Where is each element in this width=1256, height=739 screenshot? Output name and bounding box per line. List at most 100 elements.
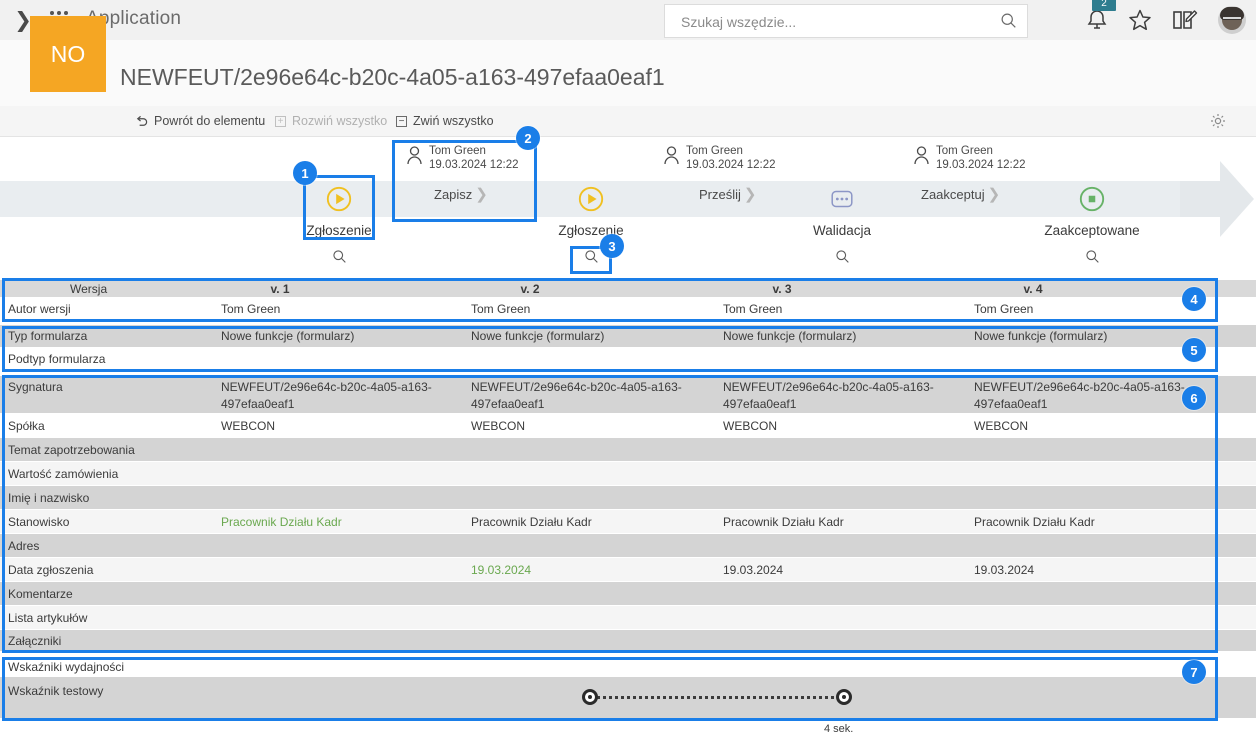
slider-handle-start[interactable] bbox=[582, 689, 598, 705]
workflow-timeline: Zgłoszenie Tom Green 19.03.2024 12:22 Za… bbox=[0, 137, 1256, 276]
callout-number-4: 4 bbox=[1182, 287, 1206, 311]
global-search-box[interactable] bbox=[664, 4, 1028, 39]
version-column-header: v. 4 bbox=[1023, 282, 1043, 296]
row-value: Nowe funkcje (formularz) bbox=[723, 329, 857, 343]
workflow-person-date: 19.03.2024 12:22 bbox=[429, 159, 519, 171]
row-label: Lista artykułów bbox=[8, 611, 88, 625]
right-arrow-shape bbox=[1180, 161, 1254, 237]
workflow-transition-zapisz[interactable]: Tom Green 19.03.2024 12:22 Zapisz ❯ bbox=[392, 137, 537, 276]
workflow-step-zaakceptowane[interactable]: Zaakceptowane bbox=[1044, 137, 1140, 276]
back-to-element-button[interactable]: Powrót do elementu bbox=[135, 111, 265, 131]
row-label: Wartość zamówienia bbox=[8, 467, 119, 481]
callout-number-1: 1 bbox=[293, 161, 317, 185]
row-label: Podtyp formularza bbox=[8, 352, 106, 366]
ellipsis-box-icon[interactable] bbox=[824, 181, 860, 217]
search-icon[interactable] bbox=[828, 245, 856, 267]
row-label: Spółka bbox=[8, 419, 45, 433]
row-label: Adres bbox=[8, 539, 40, 553]
row-value: 19.03.2024 bbox=[723, 563, 784, 577]
collapse-all-label: Zwiń wszystko bbox=[413, 114, 494, 128]
user-avatar[interactable] bbox=[1218, 6, 1246, 34]
table-row: Załączniki bbox=[0, 630, 1256, 652]
workflow-person: Tom Green 19.03.2024 12:22 bbox=[406, 144, 519, 172]
table-row-kpi: Wskaźnik testowy 4 sek. bbox=[0, 677, 1256, 735]
table-row: Adres bbox=[0, 534, 1256, 558]
row-value: WEBCON bbox=[221, 419, 275, 433]
plus-box-icon: + bbox=[275, 115, 286, 127]
row-value: Nowe funkcje (formularz) bbox=[974, 329, 1108, 343]
search-icon[interactable] bbox=[325, 245, 353, 267]
form-toolbar: Powrót do elementu + Rozwiń wszystko − Z… bbox=[0, 106, 1256, 137]
workflow-person: Tom Green 19.03.2024 12:22 bbox=[663, 144, 776, 172]
topbar-icon-group: 2 bbox=[1086, 0, 1246, 40]
row-value: WEBCON bbox=[974, 419, 1028, 433]
table-header-row: Wersja v. 1 v. 2 v. 3 v. 4 bbox=[0, 280, 1256, 298]
row-value: NEWFEUT/2e96e64c-b20c-4a05-a163- 497efaa… bbox=[221, 380, 432, 411]
person-icon bbox=[914, 146, 929, 165]
chevron-right-icon: ❯ bbox=[987, 186, 1001, 203]
version-column-header: v. 1 bbox=[270, 282, 290, 296]
table-row: Imię i nazwisko bbox=[0, 486, 1256, 510]
row-value: Pracownik Działu Kadr bbox=[471, 515, 592, 529]
row-label: Załączniki bbox=[8, 634, 62, 648]
version-column-header: v. 3 bbox=[772, 282, 792, 296]
workflow-step-label: Zgłoszenie bbox=[306, 223, 372, 238]
table-row: Autor wersji Tom Green Tom Green Tom Gre… bbox=[0, 298, 1256, 320]
callout-number-3: 3 bbox=[600, 234, 624, 258]
gear-icon[interactable] bbox=[1210, 113, 1226, 129]
row-label: Data zgłoszenia bbox=[8, 563, 94, 577]
row-label: Stanowisko bbox=[8, 515, 70, 529]
expand-all-button[interactable]: + Rozwiń wszystko bbox=[275, 111, 387, 131]
row-value: Tom Green bbox=[471, 302, 531, 316]
notification-bell-icon[interactable]: 2 bbox=[1086, 0, 1116, 32]
kpi-slider[interactable]: 4 sek. bbox=[582, 689, 858, 735]
row-value: Nowe funkcje (formularz) bbox=[221, 329, 355, 343]
version-comparison-table: Wersja v. 1 v. 2 v. 3 v. 4 Autor wersji … bbox=[0, 280, 1256, 735]
collapse-all-button[interactable]: − Zwiń wszystko bbox=[396, 111, 494, 131]
row-label: Wskaźnik testowy bbox=[8, 684, 104, 698]
workflow-person-text: Tom Green 19.03.2024 12:22 bbox=[686, 144, 776, 172]
workflow-step-label: Zaakceptowane bbox=[1044, 223, 1140, 238]
edit-note-icon[interactable] bbox=[1172, 8, 1198, 32]
row-value: Tom Green bbox=[974, 302, 1034, 316]
table-row: Wskaźniki wydajności bbox=[0, 657, 1256, 677]
workflow-action-button[interactable]: Zaakceptuj ❯ bbox=[921, 187, 1000, 202]
workflow-person: Tom Green 19.03.2024 12:22 bbox=[913, 144, 1026, 172]
workflow-person-name: Tom Green bbox=[686, 145, 743, 157]
workflow-person-date: 19.03.2024 12:22 bbox=[686, 159, 776, 171]
play-circle-icon[interactable] bbox=[321, 181, 357, 217]
row-label: Komentarze bbox=[8, 587, 73, 601]
slider-track bbox=[592, 696, 840, 699]
notification-count-badge: 2 bbox=[1092, 0, 1116, 11]
play-circle-icon[interactable] bbox=[573, 181, 609, 217]
workflow-person-name: Tom Green bbox=[936, 145, 993, 157]
top-navigation-bar: ❯ Application 2 bbox=[0, 0, 1256, 41]
workflow-action-button[interactable]: Zapisz ❯ bbox=[434, 187, 488, 202]
stop-circle-icon[interactable] bbox=[1074, 181, 1110, 217]
workflow-transition-zaakceptuj[interactable]: Tom Green 19.03.2024 12:22 Zaakceptuj ❯ bbox=[905, 137, 1065, 276]
workflow-transition-przeslij[interactable]: Tom Green 19.03.2024 12:22 Prześlij ❯ bbox=[655, 137, 805, 276]
workflow-person-text: Tom Green 19.03.2024 12:22 bbox=[936, 144, 1026, 172]
expand-all-label: Rozwiń wszystko bbox=[292, 114, 388, 128]
application-window: ❯ Application 2 bbox=[0, 0, 1256, 735]
back-to-element-label: Powrót do elementu bbox=[154, 114, 266, 128]
avatar-glasses bbox=[1223, 17, 1241, 24]
undo-arrow-icon bbox=[136, 115, 148, 126]
search-icon[interactable] bbox=[1000, 12, 1017, 29]
row-value: NEWFEUT/2e96e64c-b20c-4a05-a163- 497efaa… bbox=[723, 380, 934, 411]
slider-handle-end[interactable] bbox=[836, 689, 852, 705]
workflow-person-name: Tom Green bbox=[429, 145, 486, 157]
table-row: Sygnatura NEWFEUT/2e96e64c-b20c-4a05-a16… bbox=[0, 376, 1256, 414]
star-icon[interactable] bbox=[1128, 8, 1152, 32]
workflow-action-button[interactable]: Prześlij ❯ bbox=[699, 187, 756, 202]
table-row: Wartość zamówienia bbox=[0, 462, 1256, 486]
workflow-step-zgloszenie-1[interactable]: Zgłoszenie bbox=[303, 137, 375, 276]
workflow-step-walidacja[interactable]: Walidacja bbox=[806, 137, 878, 276]
chevron-right-icon: ❯ bbox=[475, 186, 488, 203]
row-label: Wskaźniki wydajności bbox=[8, 660, 125, 674]
search-icon[interactable] bbox=[1078, 245, 1106, 267]
person-icon bbox=[407, 146, 422, 165]
search-input[interactable] bbox=[679, 5, 973, 39]
row-value: Nowe funkcje (formularz) bbox=[471, 329, 605, 343]
row-value: Tom Green bbox=[723, 302, 783, 316]
